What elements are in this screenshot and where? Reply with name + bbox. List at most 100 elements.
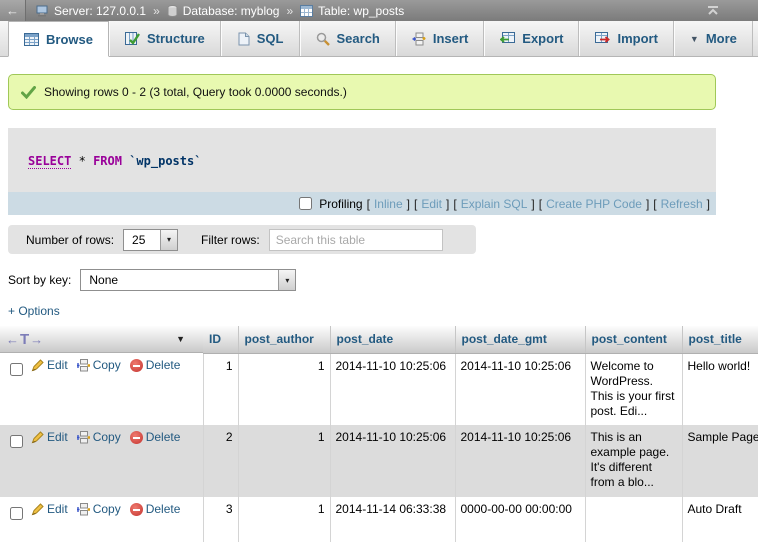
status-message: Showing rows 0 - 2 (3 total, Query took … — [8, 74, 716, 110]
edit-row-link[interactable]: Edit — [31, 358, 68, 373]
copy-icon — [77, 359, 90, 372]
table-row: EditCopyDelete 2 1 2014-11-10 10:25:06 2… — [0, 425, 758, 497]
sql-keyword-from: FROM — [93, 154, 122, 168]
nav-back-button[interactable]: ← — [0, 0, 26, 21]
tab-label: Structure — [147, 31, 205, 46]
bracket: ] — [407, 197, 410, 211]
bracket: ] — [646, 197, 649, 211]
server-icon — [36, 5, 49, 17]
cell-id: 1 — [203, 353, 238, 425]
bracket: ] — [707, 197, 710, 211]
row-checkbox[interactable] — [10, 435, 23, 448]
sql-table-ref: `wp_posts` — [129, 154, 201, 168]
search-icon — [316, 32, 330, 46]
edit-row-link[interactable]: Edit — [31, 430, 68, 445]
sql-keyword-select: SELECT — [28, 154, 71, 169]
header-actions: ←T→ ▼ — [0, 326, 203, 353]
tab-import[interactable]: Import — [579, 21, 673, 56]
header-post-content[interactable]: post_content — [585, 326, 682, 353]
cell-post-author: 1 — [238, 425, 330, 497]
delete-row-link[interactable]: Delete — [130, 502, 181, 517]
breadcrumb-server[interactable]: Server: 127.0.0.1 — [54, 4, 146, 18]
delete-row-link[interactable]: Delete — [130, 430, 181, 445]
breadcrumb-database[interactable]: Database: myblog — [183, 4, 280, 18]
delete-icon — [130, 359, 143, 372]
delete-icon — [130, 431, 143, 444]
row-checkbox[interactable] — [10, 363, 23, 376]
copy-row-link[interactable]: Copy — [77, 502, 121, 517]
number-of-rows-label: Number of rows: — [26, 233, 114, 247]
select-caret-icon: ▾ — [160, 230, 177, 250]
cell-post-title: Auto Draft — [682, 497, 758, 542]
sort-by-key-row: Sort by key: None ▾ — [8, 269, 758, 291]
tab-bar: Browse Structure SQL Search Insert Expor… — [0, 21, 758, 57]
cell-post-date-gmt: 0000-00-00 00:00:00 — [455, 497, 585, 542]
tab-structure[interactable]: Structure — [109, 21, 221, 56]
row-actions: Edit Copy Delete — [0, 497, 203, 542]
table-icon — [300, 5, 313, 17]
header-post-date-gmt[interactable]: post_date_gmt — [455, 326, 585, 353]
status-message-text: Showing rows 0 - 2 (3 total, Query took … — [44, 85, 347, 99]
sort-caret-icon[interactable]: ▼ — [176, 334, 185, 344]
breadcrumb-table[interactable]: Table: wp_posts — [318, 4, 404, 18]
cell-post-date: 2014-11-14 06:33:38 — [330, 497, 455, 542]
number-of-rows-value: 25 — [124, 230, 160, 250]
table-row: EditCopyDelete 1 1 2014-11-10 10:25:06 2… — [0, 353, 758, 425]
query-box: SELECT * FROM `wp_posts` Profiling [ Inl… — [8, 128, 716, 215]
sort-by-key-label: Sort by key: — [8, 273, 71, 287]
sql-star: * — [79, 154, 86, 168]
cell-post-date: 2014-11-10 10:25:06 — [330, 425, 455, 497]
bracket: [ — [539, 197, 542, 211]
edit-row-link[interactable]: Edit — [31, 502, 68, 517]
header-id[interactable]: ID — [203, 326, 238, 353]
copy-row-link[interactable]: Copy — [77, 430, 121, 445]
cell-post-date: 2014-11-10 10:25:06 — [330, 353, 455, 425]
row-actions: Edit Copy Delete — [0, 425, 203, 497]
copy-row-link[interactable]: Copy — [77, 358, 121, 373]
refresh-link[interactable]: Refresh — [661, 197, 703, 211]
bracket: [ — [367, 197, 370, 211]
tab-browse[interactable]: Browse — [8, 21, 109, 57]
edit-query-link[interactable]: Edit — [421, 197, 442, 211]
bracket: [ — [453, 197, 456, 211]
inline-link[interactable]: Inline — [374, 197, 403, 211]
results-table: ←T→ ▼ ID post_author post_date post_date… — [0, 326, 758, 542]
cell-post-content: This is an example page. It's different … — [585, 425, 682, 497]
sort-by-key-select[interactable]: None ▾ — [80, 269, 296, 291]
tab-sql[interactable]: SQL — [221, 21, 300, 56]
tab-more[interactable]: ▼ More — [674, 21, 753, 56]
profiling-checkbox[interactable] — [299, 197, 312, 210]
filter-rows-input[interactable] — [269, 229, 443, 251]
filter-rows-label: Filter rows: — [201, 233, 260, 247]
tab-label: Insert — [433, 31, 468, 46]
cell-id: 2 — [203, 425, 238, 497]
export-icon — [500, 32, 515, 45]
delete-row-link[interactable]: Delete — [130, 358, 181, 373]
bracket: [ — [653, 197, 656, 211]
header-post-date[interactable]: post_date — [330, 326, 455, 353]
query-toolstrip: Profiling [ Inline ] [ Edit ] [ Explain … — [8, 192, 716, 215]
tab-label: Import — [617, 31, 657, 46]
row-actions: Edit Copy Delete — [0, 353, 203, 425]
tab-search[interactable]: Search — [300, 21, 396, 56]
copy-icon — [77, 503, 90, 516]
sql-query: SELECT * FROM `wp_posts` — [8, 128, 716, 192]
collapse-panel-icon[interactable] — [706, 5, 720, 16]
options-toggle-link[interactable]: + Options — [8, 304, 60, 318]
back-arrow-icon: ← — [6, 3, 19, 18]
breadcrumb: Server: 127.0.0.1 » Database: myblog » T… — [36, 4, 404, 18]
bracket: [ — [414, 197, 417, 211]
column-marker-icon[interactable]: ←T→ — [6, 331, 44, 348]
explain-sql-link[interactable]: Explain SQL — [461, 197, 528, 211]
row-checkbox[interactable] — [10, 507, 23, 520]
tab-label: Browse — [46, 32, 93, 47]
tab-export[interactable]: Export — [484, 21, 579, 56]
number-of-rows-select[interactable]: 25 ▾ — [123, 229, 178, 251]
header-post-title[interactable]: post_title — [682, 326, 758, 353]
cell-post-content — [585, 497, 682, 542]
header-post-author[interactable]: post_author — [238, 326, 330, 353]
import-icon — [595, 32, 610, 45]
cell-post-date-gmt: 2014-11-10 10:25:06 — [455, 353, 585, 425]
tab-insert[interactable]: Insert — [396, 21, 484, 56]
create-php-code-link[interactable]: Create PHP Code — [546, 197, 642, 211]
